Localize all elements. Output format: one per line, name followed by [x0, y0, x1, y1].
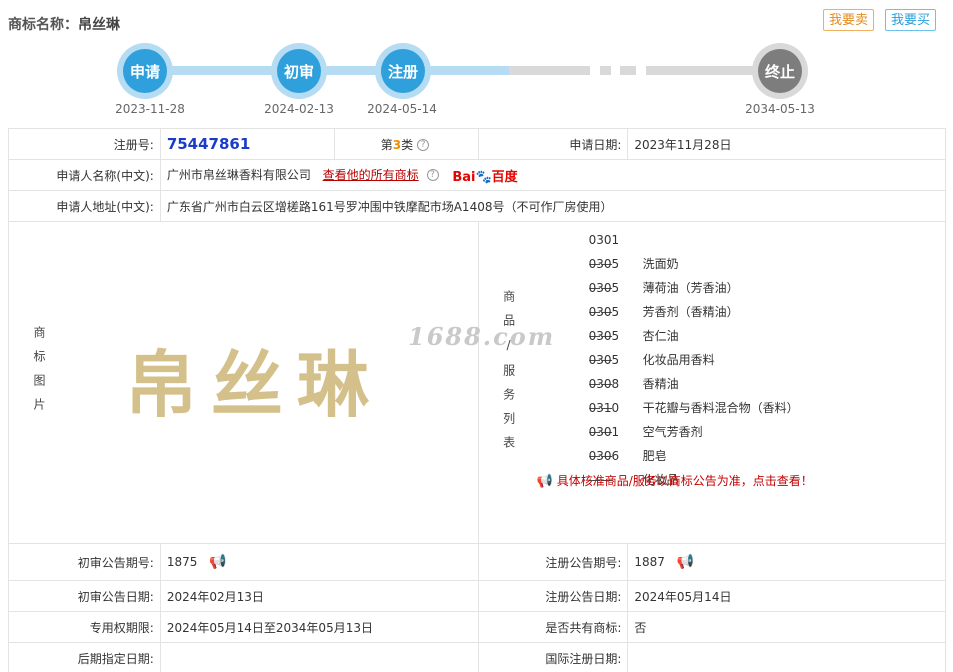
baidu-search-logo[interactable]: Bai🐾百度 — [452, 166, 517, 185]
timeline-step-label: 注册 — [381, 49, 425, 93]
timeline-gap — [636, 66, 646, 75]
timeline-step-label: 终止 — [758, 49, 802, 93]
reg-no-value: 75447861 — [166, 135, 251, 153]
list-item: 0306—— 化妆品 — [588, 449, 679, 487]
timeline-step-date: 2023-11-28 — [115, 102, 185, 116]
watermark: 1688.com — [408, 322, 556, 351]
timeline-step-label: 申请 — [123, 49, 167, 93]
trademark-title: 商标名称：帛丝琳 — [8, 14, 120, 34]
table-row: 申请人名称(中文): 广州市帛丝琳香料有限公司 查看他的所有商标 ? Bai🐾百… — [8, 159, 947, 191]
help-icon[interactable]: ? — [426, 168, 439, 181]
image-label: 商标图片 — [32, 326, 46, 422]
later-date-value — [159, 642, 479, 672]
trademark-name: 帛丝琳 — [78, 17, 120, 33]
later-date-label: 后期指定日期: — [8, 642, 161, 672]
intl-date-label: 国际注册日期: — [477, 642, 629, 672]
apply-date-value: 2023年11月28日 — [627, 128, 946, 160]
timeline-step-apply: 申请 — [117, 43, 173, 99]
timeline-step-terminate: 终止 — [752, 43, 808, 99]
table-row: 专用权期限: 2024年05月14日至2034年05月13日 是否共有商标: 否 — [8, 611, 946, 643]
timeline-step-date: 2024-05-14 — [367, 102, 437, 116]
list-item: 0301—— 洗面奶 — [588, 233, 679, 271]
timeline-step-date: 2034-05-13 — [745, 102, 815, 116]
shared-value: 否 — [627, 611, 946, 643]
shared-label: 是否共有商标: — [477, 611, 629, 643]
exclusive-label: 专用权期限: — [8, 611, 161, 643]
timeline-step-label: 初审 — [277, 49, 321, 93]
table-row: 申请人地址(中文): 广东省广州市白云区增槎路161号罗冲围中铁摩配市场A140… — [8, 190, 947, 222]
table-row: 初审公告日期: 2024年02月13日 注册公告日期: 2024年05月14日 — [8, 580, 946, 612]
paw-icon: 🐾 — [475, 169, 492, 185]
class-cell: 第3类? — [333, 128, 479, 160]
status-timeline: 申请 2023-11-28 初审 2024-02-13 注册 2024-05-1… — [0, 40, 953, 120]
exclusive-value: 2024年05月14日至2034年05月13日 — [159, 611, 479, 643]
trademark-logo-image: 帛丝琳 — [125, 342, 384, 427]
megaphone-icon[interactable]: 📢 — [209, 554, 226, 570]
list-item: 0308—— 干花瓣与香料混合物（香料） — [588, 377, 799, 415]
timeline-step-register: 注册 — [375, 43, 431, 99]
list-item: 0305—— 薄荷油（芳香油） — [588, 257, 739, 295]
trademark-info-table: 注册号: 75447861 第3类? 申请日期: 2023年11月28日 申请人… — [8, 128, 947, 672]
prelim-date-label: 初审公告日期: — [8, 580, 161, 612]
help-icon[interactable]: ? — [417, 138, 430, 151]
intl-date-value — [627, 642, 946, 672]
timeline-step-prelim: 初审 — [271, 43, 327, 99]
applicant-cell: 广州市帛丝琳香料有限公司 查看他的所有商标 ? Bai🐾百度 — [159, 159, 947, 191]
table-row: 初审公告期号: 1875 📢 注册公告期号: 1887 📢 — [8, 543, 946, 581]
services-list: 0301—— 洗面奶 0305—— 薄荷油（芳香油） 0305—— 芳香剂（香精油） … — [588, 228, 813, 487]
reg-no-label: 注册号: — [8, 128, 161, 160]
prelim-no-label: 初审公告期号: — [8, 543, 161, 581]
services-container: 0301—— 洗面奶 0305—— 薄荷油（芳香油） 0305—— 芳香剂（香精油） … — [537, 228, 813, 489]
services-label: 商品/服务列表 — [501, 290, 516, 460]
timeline-step-date: 2024-02-13 — [264, 102, 334, 116]
sell-button[interactable]: 我要卖 — [823, 9, 875, 31]
view-all-trademarks-link[interactable]: 查看他的所有商标 — [323, 168, 419, 182]
applicant-label: 申请人名称(中文): — [8, 159, 161, 191]
class-prefix: 第 — [380, 137, 393, 152]
reg-pub-date-label: 注册公告日期: — [477, 580, 629, 612]
reg-no-cell: 75447861 — [159, 128, 335, 160]
address-label: 申请人地址(中文): — [8, 190, 161, 222]
trademark-name-label: 商标名称： — [8, 17, 78, 33]
timeline-gap — [611, 66, 620, 75]
applicant-name: 广州市帛丝琳香料有限公司 — [166, 167, 311, 182]
table-row: 注册号: 75447861 第3类? 申请日期: 2023年11月28日 — [8, 128, 946, 160]
trademark-image-cell: 商标图片 帛丝琳 — [8, 221, 479, 544]
services-notice-link[interactable]: 📢 具体核准商品/服务以商标公告为准，点击查看！ — [537, 472, 813, 489]
address-value: 广东省广州市白云区增槎路161号罗冲围中铁摩配市场A1408号（不可作厂房使用） — [159, 190, 947, 222]
reg-pub-no-value: 1887 — [634, 555, 665, 569]
class-suffix: 类 — [401, 137, 414, 152]
prelim-no-cell: 1875 📢 — [159, 543, 479, 581]
apply-date-label: 申请日期: — [477, 128, 629, 160]
megaphone-icon: 📢 — [536, 474, 553, 489]
timeline-gap — [590, 66, 600, 75]
megaphone-icon[interactable]: 📢 — [677, 554, 694, 570]
table-row: 后期指定日期: 国际注册日期: — [8, 642, 946, 672]
class-number: 3 — [392, 137, 402, 152]
prelim-no-value: 1875 — [166, 555, 198, 569]
table-row: 商标图片 帛丝琳 商品/服务列表 0301—— 洗面奶 0305—— 薄荷油（芳香油… — [8, 221, 947, 544]
buy-button[interactable]: 我要买 — [885, 9, 937, 31]
reg-pub-no-cell: 1887 📢 — [627, 543, 946, 581]
prelim-date-value: 2024年02月13日 — [159, 580, 479, 612]
services-cell: 商品/服务列表 0301—— 洗面奶 0305—— 薄荷油（芳香油） 0305—— 芳… — [477, 221, 947, 544]
list-item: 0305—— 化妆品用香料 — [588, 329, 715, 367]
reg-pub-date-value: 2024年05月14日 — [627, 580, 946, 612]
reg-pub-no-label: 注册公告期号: — [477, 543, 629, 581]
list-item: 0305—— 芳香剂（香精油） — [588, 281, 739, 319]
